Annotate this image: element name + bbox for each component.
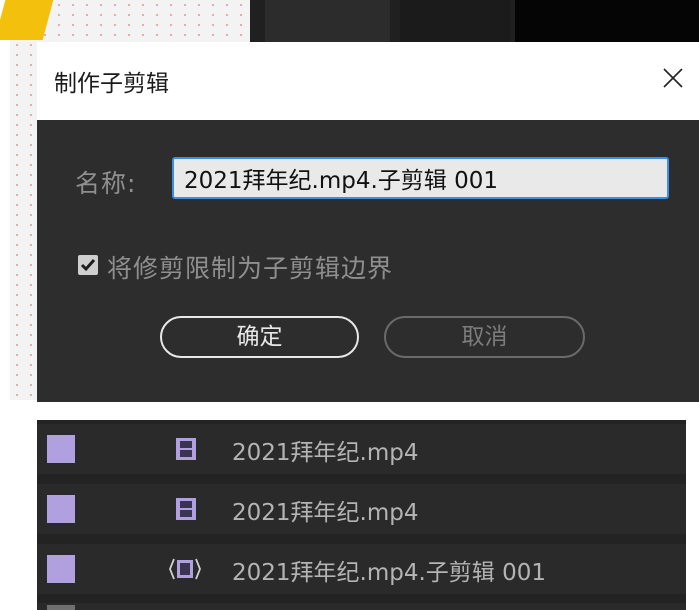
background-panel [265,0,390,45]
close-icon [663,68,683,88]
list-item[interactable] [37,603,686,610]
make-subclip-dialog: 制作子剪辑 名称: 将修剪限制为子剪辑边界 确定 取消 [37,42,699,402]
checkmark-icon [80,259,96,272]
label-color-swatch [47,495,75,523]
clip-name: 2021拜年纪.mp4 [232,440,419,466]
label-color-swatch [47,435,75,463]
list-item[interactable]: 2021拜年纪.mp4 [37,424,686,474]
clip-name: 2021拜年纪.mp4.子剪辑 001 [232,560,547,586]
background-panel [515,0,699,45]
project-list: 2021拜年纪.mp4 2021拜年纪.mp4 2021拜年纪.mp4.子剪辑 … [37,420,686,610]
dialog-titlebar: 制作子剪辑 [37,42,699,120]
video-clip-icon [176,438,196,460]
close-button[interactable] [647,58,699,102]
clip-name: 2021拜年纪.mp4 [232,500,419,526]
name-label: 名称: [75,169,137,198]
cancel-button[interactable]: 取消 [384,316,585,358]
ok-button[interactable]: 确定 [160,316,359,358]
list-item[interactable]: 2021拜年纪.mp4.子剪辑 001 [37,544,686,594]
restrict-trims-checkbox[interactable] [78,255,98,275]
subclip-name-input[interactable] [172,157,669,199]
dialog-title: 制作子剪辑 [54,71,169,97]
label-color-swatch [47,605,75,610]
background-panel [400,0,510,45]
video-clip-icon [176,498,196,520]
label-color-swatch [47,555,75,583]
subclip-icon [169,558,201,580]
restrict-trims-label: 将修剪限制为子剪辑边界 [107,254,394,283]
list-item[interactable]: 2021拜年纪.mp4 [37,484,686,534]
